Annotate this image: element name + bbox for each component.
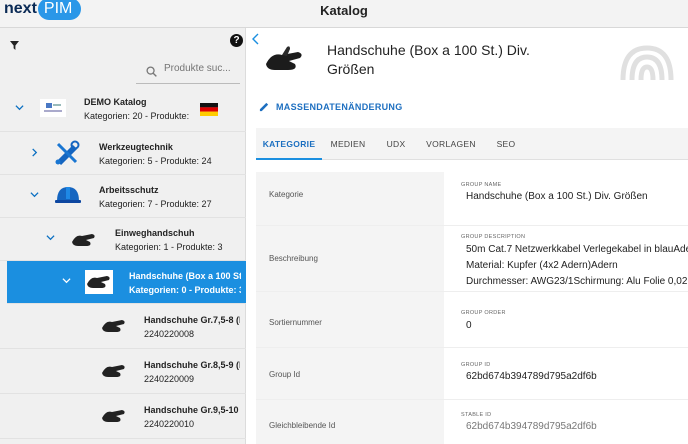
detail-tabs: KATEGORIE MEDIEN UDX VORLAGEN SEO <box>256 128 688 160</box>
tree-node-title: Arbeitsschutz <box>99 185 159 195</box>
catalog-logo-icon <box>40 99 66 117</box>
category-sidebar: ? DEMO Katalog Kategorien: 20 - Produkte… <box>0 28 246 444</box>
sync-status-icon <box>617 40 677 91</box>
glove-icon <box>100 359 128 383</box>
tree-node-title: Handschuhe Gr.8,5-9 (E <box>144 360 240 370</box>
field-group-id: Group Id GROUP ID 62bd674b394789d795a2df… <box>256 348 688 400</box>
tree-node-title: Werkzeugtechnik <box>99 142 173 152</box>
tree-node-subtitle: 2240220008 <box>144 329 195 339</box>
tab-seo[interactable]: SEO <box>484 128 528 160</box>
tree-node-title: Handschuhe Gr.9,5-10 ( <box>144 405 240 415</box>
chevron-down-icon[interactable] <box>15 103 25 113</box>
tree-node-product[interactable]: Handschuhe Gr.9,5-10 ( 2240220010 <box>0 394 246 439</box>
stable-id-value: 62bd674b394789d795a2df6b <box>466 421 597 432</box>
glove-icon <box>85 270 113 294</box>
tree-node-subtitle: Kategorien: 1 - Produkte: 3 <box>115 242 223 252</box>
page-title: Handschuhe (Box a 100 St.) Div. Größen <box>327 42 530 77</box>
top-bar: next PIM Katalog <box>0 0 688 28</box>
field-key: GROUP ID <box>461 362 491 368</box>
tree-node-product[interactable]: Handschuhe Gr.7,5-8 (E 2240220008 <box>0 304 246 349</box>
field-label: Gleichbleibende Id <box>269 421 336 430</box>
detail-panel: Handschuhe (Box a 100 St.) Div. Größen M… <box>247 28 688 444</box>
field-label: Group Id <box>269 370 301 379</box>
mass-change-label: MASSENDATENÄNDERUNG <box>276 101 403 112</box>
field-label: Kategorie <box>269 190 304 199</box>
group-name-value[interactable]: Handschuhe (Box a 100 St.) Div. Größen <box>466 191 648 202</box>
tree-node-subtitle: Kategorien: 7 - Produkte: 27 <box>99 199 212 209</box>
field-key: GROUP NAME <box>461 182 502 188</box>
help-icon[interactable]: ? <box>230 34 243 47</box>
glove-icon <box>70 228 98 252</box>
tree-node-handschuhe-box[interactable]: Handschuhe (Box a 100 St. Kategorien: 0 … <box>7 261 246 304</box>
pencil-icon <box>259 102 269 112</box>
field-group-description: Beschreibung GROUP DESCRIPTION 50m Cat.7… <box>256 226 688 292</box>
chevron-down-icon[interactable] <box>30 190 40 200</box>
tab-vorlagen[interactable]: VORLAGEN <box>418 128 484 160</box>
field-group-name: Kategorie GROUP NAME Handschuhe (Box a 1… <box>256 172 688 226</box>
tools-icon <box>54 140 80 166</box>
tree-node-werkzeugtechnik[interactable]: Werkzeugtechnik Kategorien: 5 - Produkte… <box>0 132 246 175</box>
german-flag-icon <box>200 103 218 116</box>
tree-node-einweghandschuh[interactable]: Einweghandschuh Kategorien: 1 - Produkte… <box>0 218 246 261</box>
search-input[interactable] <box>164 63 238 74</box>
tree-node-subtitle: Kategorien: 5 - Produkte: 24 <box>99 156 212 166</box>
chevron-right-icon[interactable] <box>30 148 40 158</box>
helmet-icon <box>54 184 82 206</box>
glove-icon <box>100 314 128 338</box>
tree-node-demo-katalog[interactable]: DEMO Katalog Kategorien: 20 - Produkte: … <box>0 89 246 132</box>
chevron-left-icon[interactable] <box>251 32 259 48</box>
mass-change-button[interactable]: MASSENDATENÄNDERUNG <box>259 101 403 112</box>
search-icon <box>146 64 157 82</box>
product-search[interactable] <box>136 58 240 84</box>
field-label: Beschreibung <box>269 254 318 263</box>
tree-node-subtitle: 2240220010 <box>144 419 195 429</box>
filter-icon[interactable] <box>10 37 19 55</box>
description-line[interactable]: 50m Cat.7 Netzwerkkabel Verlegekabel in … <box>466 244 688 255</box>
app-title: Katalog <box>320 3 368 18</box>
tree-node-title: Handschuhe (Box a 100 St. <box>129 271 241 281</box>
group-id-value: 62bd674b394789d795a2df6b <box>466 371 597 382</box>
chevron-down-icon[interactable] <box>46 233 56 243</box>
field-group-order: Sortiernummer GROUP ORDER 0 <box>256 292 688 348</box>
description-line[interactable]: Material: Kupfer (4x2 Adern)Adern <box>466 260 618 271</box>
tree-node-title: Handschuhe Gr.7,5-8 (E <box>144 315 240 325</box>
glove-icon <box>100 404 128 428</box>
tree-node-subtitle: Kategorien: 0 - Produkte: 3 <box>129 285 241 295</box>
tab-medien[interactable]: MEDIEN <box>322 128 374 160</box>
chevron-down-icon[interactable] <box>62 276 72 286</box>
tab-kategorie[interactable]: KATEGORIE <box>256 128 322 160</box>
group-order-value[interactable]: 0 <box>466 320 472 331</box>
field-key: GROUP ORDER <box>461 310 506 316</box>
field-stable-id: Gleichbleibende Id STABLE ID 62bd674b394… <box>256 400 688 444</box>
product-image <box>263 42 307 80</box>
field-key: GROUP DESCRIPTION <box>461 234 526 240</box>
tab-udx[interactable]: UDX <box>374 128 418 160</box>
field-key: STABLE ID <box>461 412 492 418</box>
field-label: Sortiernummer <box>269 318 322 327</box>
tree-node-product[interactable]: Handschuhe Gr.8,5-9 (E 2240220009 <box>0 349 246 394</box>
tree-node-arbeitsschutz[interactable]: Arbeitsschutz Kategorien: 7 - Produkte: … <box>0 175 246 218</box>
tree-node-subtitle: Kategorien: 20 - Produkte: 8 <box>84 111 192 121</box>
tree-node-title: Einweghandschuh <box>115 228 195 238</box>
description-line[interactable]: Durchmesser: AWG23/1Schirmung: Alu Folie… <box>466 276 687 287</box>
tree-node-subtitle: 2240220009 <box>144 374 195 384</box>
